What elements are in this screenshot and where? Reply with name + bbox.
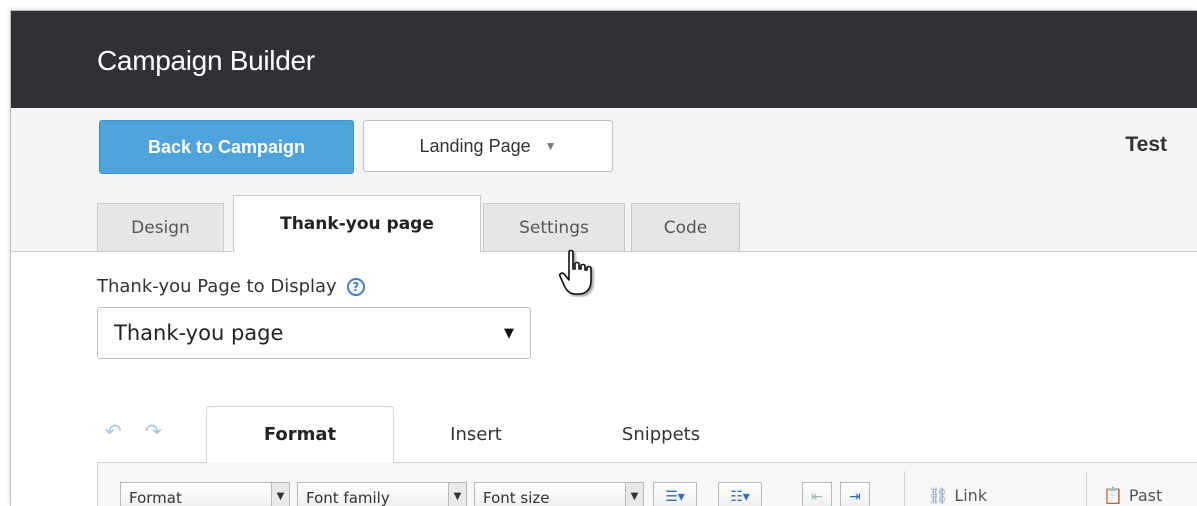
page-type-value: Landing Page — [419, 135, 531, 156]
caret-down-icon: ▼ — [544, 139, 557, 153]
undo-icon[interactable]: ↶ — [105, 419, 122, 444]
font-family-select[interactable]: Font family ▼ — [297, 482, 467, 506]
editor-tab-format[interactable]: Format — [206, 406, 394, 463]
paste-label: Past — [1128, 486, 1163, 505]
link-button[interactable]: ⛓ Link — [928, 486, 987, 505]
thankyou-page-select[interactable]: Thank-you page ▼ — [97, 307, 531, 359]
thankyou-field-label: Thank-you Page to Display ? — [97, 276, 365, 297]
back-to-campaign-button[interactable]: Back to Campaign — [99, 120, 354, 174]
select-arrow-icon: ▼ — [504, 325, 514, 341]
clipboard-icon: 📋 — [1103, 486, 1123, 505]
font-family-label: Font family — [306, 489, 390, 506]
campaign-name-label: Test — [1125, 133, 1167, 156]
thankyou-select-value: Thank-you page — [114, 321, 284, 345]
indent-icon[interactable]: ⇥ — [840, 482, 870, 506]
page-title: Campaign Builder — [97, 45, 315, 76]
app-header: Campaign Builder — [11, 11, 1197, 108]
link-icon: ⛓ — [928, 486, 949, 505]
format-select-label: Format — [129, 489, 182, 506]
tab-code[interactable]: Code — [631, 203, 740, 251]
font-size-select[interactable]: Font size ▼ — [474, 482, 644, 506]
help-icon[interactable]: ? — [346, 277, 365, 296]
redo-icon[interactable]: ↷ — [145, 419, 162, 444]
page-tabs: Design Thank-you page Settings Code — [11, 187, 1197, 252]
campaign-builder-window: Campaign Builder Back to Campaign Landin… — [10, 10, 1197, 506]
chevron-down-icon: ▼ — [625, 483, 643, 506]
tab-settings[interactable]: Settings — [483, 203, 625, 251]
chevron-down-icon: ▼ — [448, 483, 466, 506]
editor-tab-insert[interactable]: Insert — [411, 406, 541, 463]
page-type-dropdown[interactable]: Landing Page ▼ — [363, 120, 613, 172]
chevron-down-icon: ▼ — [271, 483, 289, 506]
editor-tab-snippets[interactable]: Snippets — [591, 406, 731, 463]
top-toolbar: Back to Campaign Landing Page ▼ Test — [11, 108, 1197, 188]
hand-pointer-cursor-icon — [559, 249, 592, 295]
link-label: Link — [954, 486, 988, 505]
paste-button[interactable]: 📋 Past — [1103, 486, 1162, 505]
toolbar-separator — [1086, 471, 1087, 506]
thankyou-label-text: Thank-you Page to Display — [97, 276, 337, 297]
outdent-icon[interactable]: ⇤ — [802, 482, 832, 506]
font-size-label: Font size — [483, 489, 550, 506]
tab-design[interactable]: Design — [97, 203, 224, 251]
tab-thank-you-page[interactable]: Thank-you page — [233, 195, 481, 252]
toolbar-separator — [904, 471, 905, 506]
numbered-list-icon[interactable]: ☷▾ — [718, 482, 762, 506]
editor-toolbar: Format ▼ Font family ▼ Font size ▼ ☰▾ ☷▾… — [97, 463, 1197, 506]
format-select[interactable]: Format ▼ — [120, 482, 290, 506]
bullet-list-icon[interactable]: ☰▾ — [653, 482, 697, 506]
